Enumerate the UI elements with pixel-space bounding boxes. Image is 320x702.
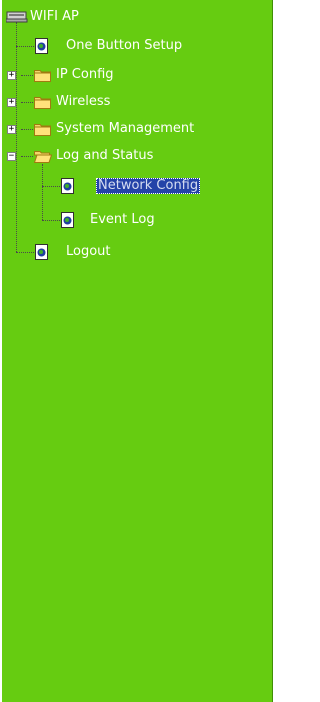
tree-item-logout[interactable]: Logout <box>34 242 111 262</box>
expand-toggle[interactable]: + <box>7 98 16 107</box>
expand-toggle[interactable]: + <box>7 71 16 80</box>
tree-line <box>16 46 34 47</box>
folder-icon <box>34 70 51 82</box>
tree-item-label: Log and Status <box>56 148 154 163</box>
folder-icon <box>34 124 51 136</box>
folder-open-icon <box>34 151 52 163</box>
tree-line <box>21 102 33 103</box>
expand-toggle[interactable]: + <box>7 125 16 134</box>
tree-line <box>42 164 43 220</box>
folder-icon <box>34 97 51 109</box>
page-icon <box>61 212 74 228</box>
tree-line <box>42 186 60 187</box>
tree-item-log-and-status[interactable]: Log and Status <box>34 146 153 166</box>
page-icon <box>61 178 74 194</box>
page-icon <box>35 38 48 54</box>
tree-line <box>21 156 33 157</box>
navigation-tree-panel: WIFI AP One Button Setup + IP Config + W… <box>2 0 273 702</box>
tree-item-wireless[interactable]: Wireless <box>34 92 110 112</box>
tree-item-label: Logout <box>66 244 111 259</box>
tree-item-label-selected: Network Config <box>96 178 201 194</box>
page-icon <box>35 244 48 260</box>
tree-root-label: WIFI AP <box>30 9 79 24</box>
tree-line <box>21 129 33 130</box>
tree-item-ip-config[interactable]: IP Config <box>34 65 114 85</box>
tree-item-system-management[interactable]: System Management <box>34 119 194 139</box>
tree-line <box>16 22 17 252</box>
collapse-toggle[interactable]: − <box>7 152 16 161</box>
tree-line <box>42 220 60 221</box>
tree-item-one-button-setup[interactable]: One Button Setup <box>34 36 182 56</box>
tree-item-label: Event Log <box>90 212 155 227</box>
tree-item-label: System Management <box>56 121 195 136</box>
tree-root[interactable]: WIFI AP <box>6 7 79 27</box>
tree-line <box>21 75 33 76</box>
tree-item-label: Wireless <box>56 94 111 109</box>
computer-icon <box>6 11 28 23</box>
tree-item-network-config[interactable]: Network Config <box>60 176 201 196</box>
tree-line <box>16 252 34 253</box>
tree-item-event-log[interactable]: Event Log <box>60 210 155 230</box>
tree-item-label: One Button Setup <box>66 38 183 53</box>
tree-item-label: IP Config <box>56 67 114 82</box>
